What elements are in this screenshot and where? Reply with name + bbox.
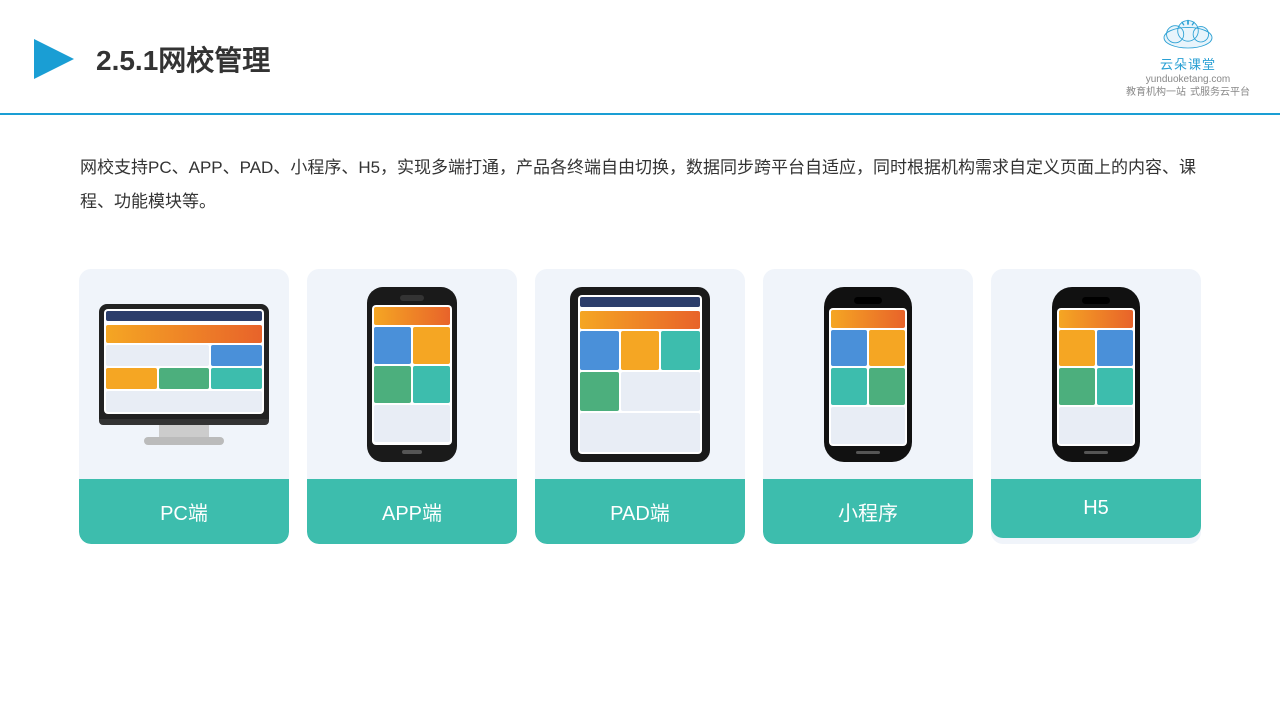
phone-screen-h5	[1057, 308, 1135, 446]
card-pad-label: PAD端	[535, 479, 745, 544]
card-h5: H5	[991, 269, 1201, 544]
cards-container: PC端	[0, 259, 1280, 544]
logo-tagline-2: 式服务云平台	[1190, 86, 1250, 99]
card-h5-image	[991, 269, 1201, 479]
card-app-image	[307, 269, 517, 479]
phone-screen-mini	[829, 308, 907, 446]
logo-url: yunduoketang.com	[1146, 73, 1231, 86]
description: 网校支持PC、APP、PAD、小程序、H5，实现多端打通，产品各终端自由切换，数…	[0, 115, 1280, 239]
phone-dynamic-mini	[824, 287, 912, 462]
card-app: APP端	[307, 269, 517, 544]
phone-mockup-app	[367, 287, 457, 462]
header-left: 2.5.1网校管理	[30, 35, 270, 83]
card-pc: PC端	[79, 269, 289, 544]
tablet-screen	[578, 295, 702, 454]
card-miniprogram: 小程序	[763, 269, 973, 544]
phone-dynamic-h5	[1052, 287, 1140, 462]
logo-brand: 云朵课堂	[1160, 54, 1216, 73]
phone-screen-app	[372, 305, 452, 445]
logo-tagline: 教育机构一站 式服务云平台	[1126, 86, 1250, 99]
monitor-screen	[104, 309, 264, 414]
page-title: 2.5.1网校管理	[96, 39, 270, 79]
card-miniprogram-image	[763, 269, 973, 479]
pc-monitor	[99, 304, 269, 445]
tablet-mockup	[570, 287, 710, 462]
card-pad: PAD端	[535, 269, 745, 544]
card-pc-label: PC端	[79, 479, 289, 544]
header: 2.5.1网校管理 云朵课堂 yunduoketang.com 教育机构一站 式…	[0, 0, 1280, 115]
card-miniprogram-label: 小程序	[763, 479, 973, 544]
card-app-label: APP端	[307, 479, 517, 544]
card-pad-image	[535, 269, 745, 479]
card-pc-image	[79, 269, 289, 479]
monitor-body	[99, 304, 269, 419]
card-h5-label: H5	[991, 479, 1201, 538]
logo-icon	[1158, 18, 1218, 54]
logo-area: 云朵课堂 yunduoketang.com 教育机构一站 式服务云平台	[1126, 18, 1250, 99]
play-icon	[30, 35, 78, 83]
logo-tagline-1: 教育机构一站	[1126, 86, 1186, 99]
description-text: 网校支持PC、APP、PAD、小程序、H5，实现多端打通，产品各终端自由切换，数…	[80, 158, 1196, 211]
